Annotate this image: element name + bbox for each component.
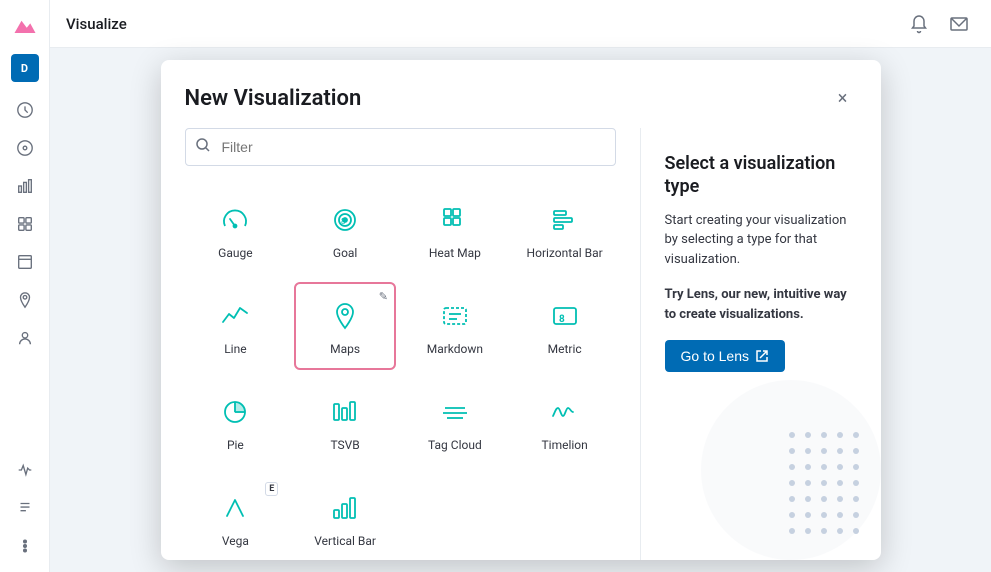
viz-item-vertical-bar[interactable]: Vertical Bar — [294, 474, 396, 560]
sidebar-item-dashboard[interactable] — [7, 206, 43, 242]
timelion-icon — [545, 392, 585, 432]
line-icon — [215, 296, 255, 336]
modal-header: New Visualization × — [161, 60, 881, 128]
notifications-icon[interactable] — [903, 8, 935, 40]
sidebar-item-discover[interactable] — [7, 130, 43, 166]
viz-item-goal[interactable]: 8 Goal — [294, 186, 396, 274]
viz-item-markdown[interactable]: Markdown — [404, 282, 506, 370]
sidebar-item-more[interactable] — [7, 528, 43, 564]
panel-title: Select a visualization type — [665, 152, 857, 199]
vega-label: Vega — [222, 534, 249, 548]
goal-icon: 8 — [325, 200, 365, 240]
tsvb-label: TSVB — [330, 438, 359, 452]
sidebar-item-apm[interactable] — [7, 452, 43, 488]
page-background: New Visualization × — [50, 48, 991, 572]
modal-body: Gauge 8 Goal — [161, 128, 881, 560]
topbar: Visualize — [50, 0, 991, 48]
sidebar-item-clock[interactable] — [7, 92, 43, 128]
tag-cloud-icon — [435, 392, 475, 432]
viz-item-tag-cloud[interactable]: Tag Cloud — [404, 378, 506, 466]
svg-text:8: 8 — [341, 217, 346, 226]
panel-description: Start creating your visualization by sel… — [665, 211, 857, 270]
app-logo — [7, 8, 43, 44]
line-label: Line — [224, 342, 246, 356]
viz-item-pie[interactable]: Pie — [185, 378, 287, 466]
gauge-icon — [215, 200, 255, 240]
tag-cloud-label: Tag Cloud — [428, 438, 482, 452]
viz-item-timelion[interactable]: Timelion — [514, 378, 616, 466]
wave-decoration — [701, 380, 881, 560]
horizontal-bar-icon — [545, 200, 585, 240]
gauge-label: Gauge — [218, 246, 252, 260]
goal-label: Goal — [333, 246, 357, 260]
heat-map-icon — [435, 200, 475, 240]
vega-icon — [215, 488, 255, 528]
timelion-label: Timelion — [541, 438, 587, 452]
go-to-lens-button[interactable]: Go to Lens — [665, 340, 786, 372]
viz-item-horizontal-bar[interactable]: Horizontal Bar — [514, 186, 616, 274]
user-avatar[interactable]: D — [11, 54, 39, 82]
filter-search-icon — [195, 137, 211, 157]
pie-icon — [215, 392, 255, 432]
sidebar: D — [0, 0, 50, 572]
sidebar-item-canvas[interactable] — [7, 244, 43, 280]
new-visualization-modal: New Visualization × — [161, 60, 881, 560]
lens-description: Try Lens, our new, intuitive way to crea… — [665, 285, 857, 324]
viz-item-gauge[interactable]: Gauge — [185, 186, 287, 274]
edit-icon: ✎ — [379, 290, 388, 303]
markdown-icon — [435, 296, 475, 336]
modal-left-panel: Gauge 8 Goal — [161, 128, 641, 560]
sidebar-item-maps[interactable] — [7, 282, 43, 318]
horizontal-bar-label: Horizontal Bar — [527, 246, 603, 260]
viz-item-line[interactable]: Line — [185, 282, 287, 370]
heat-map-label: Heat Map — [429, 246, 481, 260]
main-content: Visualize New Visualization × — [50, 0, 991, 572]
visualization-grid: Gauge 8 Goal — [185, 186, 616, 560]
modal-title: New Visualization — [185, 86, 362, 111]
metric-icon: 8 — [545, 296, 585, 336]
sidebar-item-visualize[interactable] — [7, 168, 43, 204]
viz-item-metric[interactable]: 8 Metric — [514, 282, 616, 370]
page-title: Visualize — [66, 15, 127, 33]
viz-item-maps[interactable]: ✎ Maps — [294, 282, 396, 370]
pie-label: Pie — [227, 438, 244, 452]
mail-icon[interactable] — [943, 8, 975, 40]
close-button[interactable]: × — [829, 84, 857, 112]
sidebar-item-users[interactable] — [7, 320, 43, 356]
external-link-icon — [755, 349, 769, 363]
sidebar-item-logs[interactable] — [7, 490, 43, 526]
viz-item-tsvb[interactable]: TSVB — [294, 378, 396, 466]
viz-item-vega[interactable]: E Vega — [185, 474, 287, 560]
viz-item-heat-map[interactable]: Heat Map — [404, 186, 506, 274]
tsvb-icon — [325, 392, 365, 432]
modal-right-panel: Select a visualization type Start creati… — [641, 128, 881, 560]
svg-text:8: 8 — [559, 314, 565, 325]
maps-label: Maps — [330, 342, 360, 356]
vertical-bar-icon — [325, 488, 365, 528]
metric-label: Metric — [548, 342, 582, 356]
vega-badge: E — [265, 482, 278, 496]
topbar-actions — [903, 8, 975, 40]
filter-input-wrapper — [185, 128, 616, 166]
vertical-bar-label: Vertical Bar — [314, 534, 376, 548]
filter-input[interactable] — [185, 128, 616, 166]
markdown-label: Markdown — [427, 342, 483, 356]
maps-icon — [325, 296, 365, 336]
